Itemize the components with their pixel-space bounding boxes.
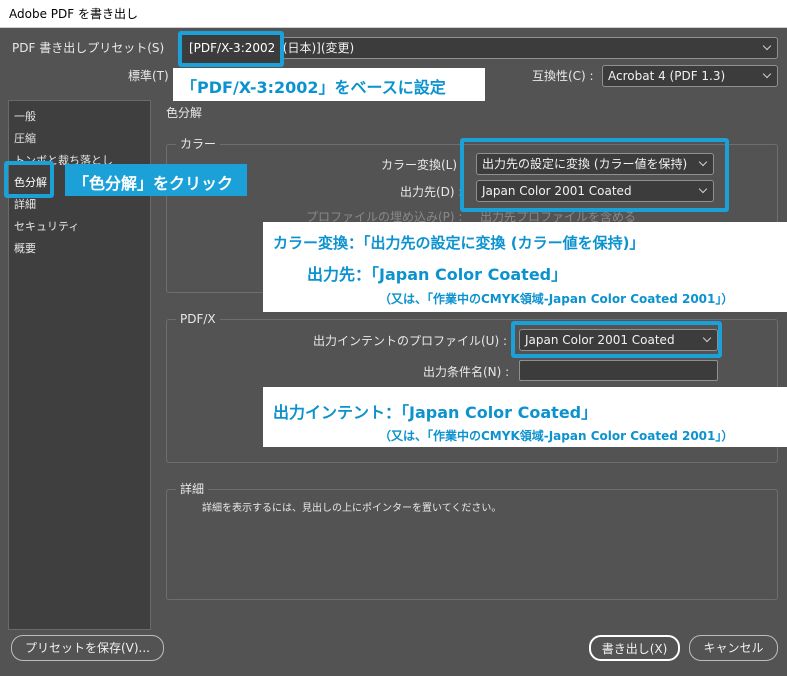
output-condition-label: 出力条件名(N) : xyxy=(423,365,510,379)
color-group-title: カラー xyxy=(176,137,221,151)
chevron-down-icon xyxy=(762,68,772,82)
cancel-button[interactable]: キャンセル xyxy=(689,635,778,661)
output-intent-highlight-box xyxy=(511,321,722,358)
preset-highlight-box: [PDF/X-3:2002 xyxy=(178,31,284,67)
standard-label: 標準(T) xyxy=(128,69,169,83)
color-note-line3: （又は、「作業中のCMYK領域-Japan Color Coated 2001」… xyxy=(379,292,734,306)
output-intent-label: 出力インテントのプロファイル(U) : xyxy=(313,334,508,348)
intent-note-line2: （又は、「作業中のCMYK領域-Japan Color Coated 2001」… xyxy=(379,429,734,443)
color-settings-highlight-box xyxy=(460,138,729,212)
destination-label: 出力先(D) : xyxy=(400,185,463,199)
preset-highlight-text: [PDF/X-3:2002 xyxy=(189,41,276,55)
preset-note-callout: 「PDF/X-3:2002」をベースに設定 xyxy=(173,68,485,101)
sidebar-item-summary[interactable]: 概要 xyxy=(14,240,36,256)
window-title-bar: Adobe PDF を書き出し xyxy=(0,0,787,28)
preset-note-text: 「PDF/X-3:2002」をベースに設定 xyxy=(181,78,446,97)
chevron-down-icon xyxy=(762,40,772,54)
export-button[interactable]: 書き出し(X) xyxy=(589,635,680,661)
pdfx-group-title: PDF/X xyxy=(176,312,220,326)
compat-label: 互換性(C) : xyxy=(532,69,594,83)
sidebar-highlight-box xyxy=(4,161,54,198)
color-note-line2: 出力先：「Japan Color Coated」 xyxy=(307,265,568,284)
window-title: Adobe PDF を書き出し xyxy=(9,7,138,21)
preset-label: PDF 書き出しプリセット(S) xyxy=(12,41,165,55)
intent-note-line1: 出力インテント：「Japan Color Coated」 xyxy=(273,403,598,422)
output-condition-input[interactable] xyxy=(519,360,718,381)
panel-heading: 色分解 xyxy=(166,106,203,120)
sidebar-item-general[interactable]: 一般 xyxy=(14,108,36,124)
detail-text: 詳細を表示するには、見出しの上にポインターを置いてください。 xyxy=(202,503,502,514)
compat-select-value: Acrobat 4 (PDF 1.3) xyxy=(608,69,726,83)
detail-group-title: 詳細 xyxy=(176,482,209,496)
sidebar-item-compression[interactable]: 圧縮 xyxy=(14,130,36,146)
click-note-text: 「色分解」をクリック xyxy=(73,174,234,193)
compat-select[interactable]: Acrobat 4 (PDF 1.3) xyxy=(602,65,778,87)
intent-note-callout: 出力インテント：「Japan Color Coated」 （又は、「作業中のCM… xyxy=(263,387,787,447)
sidebar-item-security[interactable]: セキュリティ xyxy=(14,218,79,234)
sidebar-item-advanced[interactable]: 詳細 xyxy=(14,196,36,212)
color-note-callout: カラー変換：「出力先の設定に変換 (カラー値を保持)」 出力先：「Japan C… xyxy=(263,222,787,312)
color-conversion-label: カラー変換(L) : xyxy=(381,158,465,172)
save-preset-button[interactable]: プリセットを保存(V)... xyxy=(11,635,164,661)
click-note-callout: 「色分解」をクリック xyxy=(65,164,247,196)
color-note-line1: カラー変換：「出力先の設定に変換 (カラー値を保持)」 xyxy=(273,234,645,252)
